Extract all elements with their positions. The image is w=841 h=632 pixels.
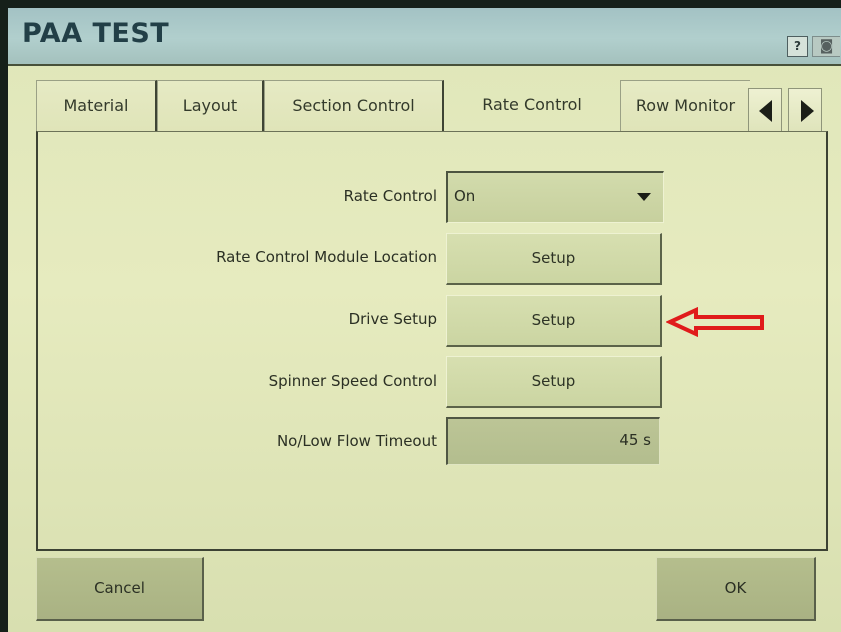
rate-control-dropdown[interactable]: On: [446, 171, 664, 223]
tab-label: Section Control: [292, 96, 415, 115]
help-icon[interactable]: ?: [787, 36, 808, 57]
module-location-label: Rate Control Module Location: [216, 248, 437, 266]
tab-section-control[interactable]: Section Control: [264, 80, 444, 132]
cancel-button[interactable]: Cancel: [36, 557, 204, 621]
device-screen: PAA TEST ? ◙ Material Layout Section Con…: [8, 8, 841, 632]
module-location-setup-button[interactable]: Setup: [446, 233, 662, 285]
tab-label: Material: [63, 96, 129, 115]
arrow-left-icon: [759, 100, 772, 122]
flow-timeout-field[interactable]: 45 s: [446, 417, 660, 465]
rate-control-value: On: [454, 187, 476, 205]
tab-rate-control[interactable]: Rate Control: [444, 80, 620, 132]
title-bar: PAA TEST ? ◙: [8, 8, 841, 64]
camera-icon[interactable]: ◙: [812, 36, 840, 57]
arrow-right-icon: [801, 100, 814, 122]
drive-setup-button[interactable]: Setup: [446, 295, 662, 347]
tab-label: Rate Control: [482, 95, 582, 114]
spinner-speed-setup-button[interactable]: Setup: [446, 356, 662, 408]
ok-button[interactable]: OK: [656, 557, 816, 621]
drive-setup-label: Drive Setup: [348, 310, 437, 328]
red-outline-arrow-icon: [666, 307, 764, 337]
tab-label: Row Monitor: [635, 96, 736, 115]
flow-timeout-label: No/Low Flow Timeout: [276, 432, 437, 450]
tab-label: Layout: [182, 96, 238, 115]
tab-scroll-right-button[interactable]: [788, 88, 822, 132]
tab-bar: Material Layout Section Control Rate Con…: [36, 80, 836, 132]
rate-control-label: Rate Control: [343, 187, 437, 205]
tab-row-monitor[interactable]: Row Monitor: [620, 80, 750, 132]
window-title: PAA TEST: [22, 18, 170, 49]
spinner-speed-label: Spinner Speed Control: [268, 372, 437, 390]
flow-timeout-value: 45 s: [619, 431, 651, 449]
tab-material[interactable]: Material: [36, 80, 157, 132]
tab-scroll-left-button[interactable]: [748, 88, 782, 132]
chevron-down-icon: [637, 193, 651, 201]
tab-layout[interactable]: Layout: [157, 80, 264, 132]
